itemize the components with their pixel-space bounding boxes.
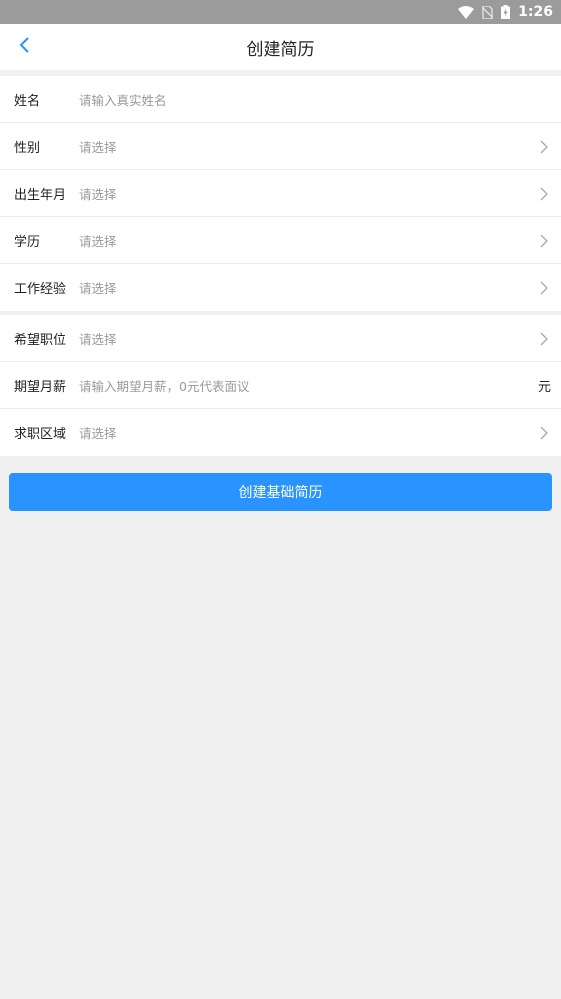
experience-select[interactable]: 请选择 (79, 278, 561, 297)
gender-label: 性别 (14, 140, 41, 156)
battery-charging-icon (501, 5, 511, 19)
basic-info-group: 姓名 请输入真实姓名 性别 请选择 出生年月 请选择 学历 请选择 工作经验 请… (0, 76, 561, 311)
gender-select[interactable]: 请选择 (79, 137, 561, 156)
create-resume-button[interactable]: 创建基础简历 (9, 473, 552, 511)
chevron-right-icon (539, 233, 549, 248)
birth-row[interactable]: 出生年月 请选择 (0, 170, 561, 217)
experience-label: 工作经验 (14, 282, 67, 297)
education-row[interactable]: 学历 请选择 (0, 217, 561, 264)
back-button[interactable] (14, 36, 36, 58)
chevron-right-icon (539, 425, 549, 440)
chevron-right-icon (539, 331, 549, 346)
salary-unit: 元 (537, 379, 551, 395)
salary-input[interactable]: 请输入期望月薪，0元代表面议 (79, 376, 561, 395)
chevron-left-icon (19, 36, 31, 58)
no-sim-icon (482, 5, 494, 19)
area-select[interactable]: 请选择 (79, 423, 561, 442)
chevron-right-icon (539, 139, 549, 154)
education-select[interactable]: 请选择 (79, 231, 561, 250)
status-time: 1:26 (518, 4, 553, 20)
salary-row[interactable]: 期望月薪 请输入期望月薪，0元代表面议 元 (0, 362, 561, 409)
name-label: 姓名 (14, 93, 41, 109)
page-title: 创建简历 (246, 39, 315, 60)
education-label: 学历 (14, 234, 41, 250)
experience-row[interactable]: 工作经验 请选择 (0, 264, 561, 311)
chevron-right-icon (539, 280, 549, 295)
birth-select[interactable]: 请选择 (79, 184, 561, 203)
position-row[interactable]: 希望职位 请选择 (0, 315, 561, 362)
status-bar: 1:26 (0, 0, 561, 24)
area-row[interactable]: 求职区域 请选择 (0, 409, 561, 456)
nav-bar: 创建简历 (0, 24, 561, 70)
name-input[interactable]: 请输入真实姓名 (79, 90, 561, 109)
position-select[interactable]: 请选择 (79, 329, 561, 348)
wifi-icon (458, 5, 475, 19)
position-label: 希望职位 (14, 332, 67, 348)
birth-label: 出生年月 (14, 187, 67, 203)
name-row[interactable]: 姓名 请输入真实姓名 (0, 76, 561, 123)
area-label: 求职区域 (14, 427, 67, 442)
create-resume-label: 创建基础简历 (238, 485, 323, 501)
chevron-right-icon (539, 186, 549, 201)
gender-row[interactable]: 性别 请选择 (0, 123, 561, 170)
salary-label: 期望月薪 (14, 379, 67, 395)
job-intent-group: 希望职位 请选择 期望月薪 请输入期望月薪，0元代表面议 元 求职区域 请选择 (0, 315, 561, 456)
